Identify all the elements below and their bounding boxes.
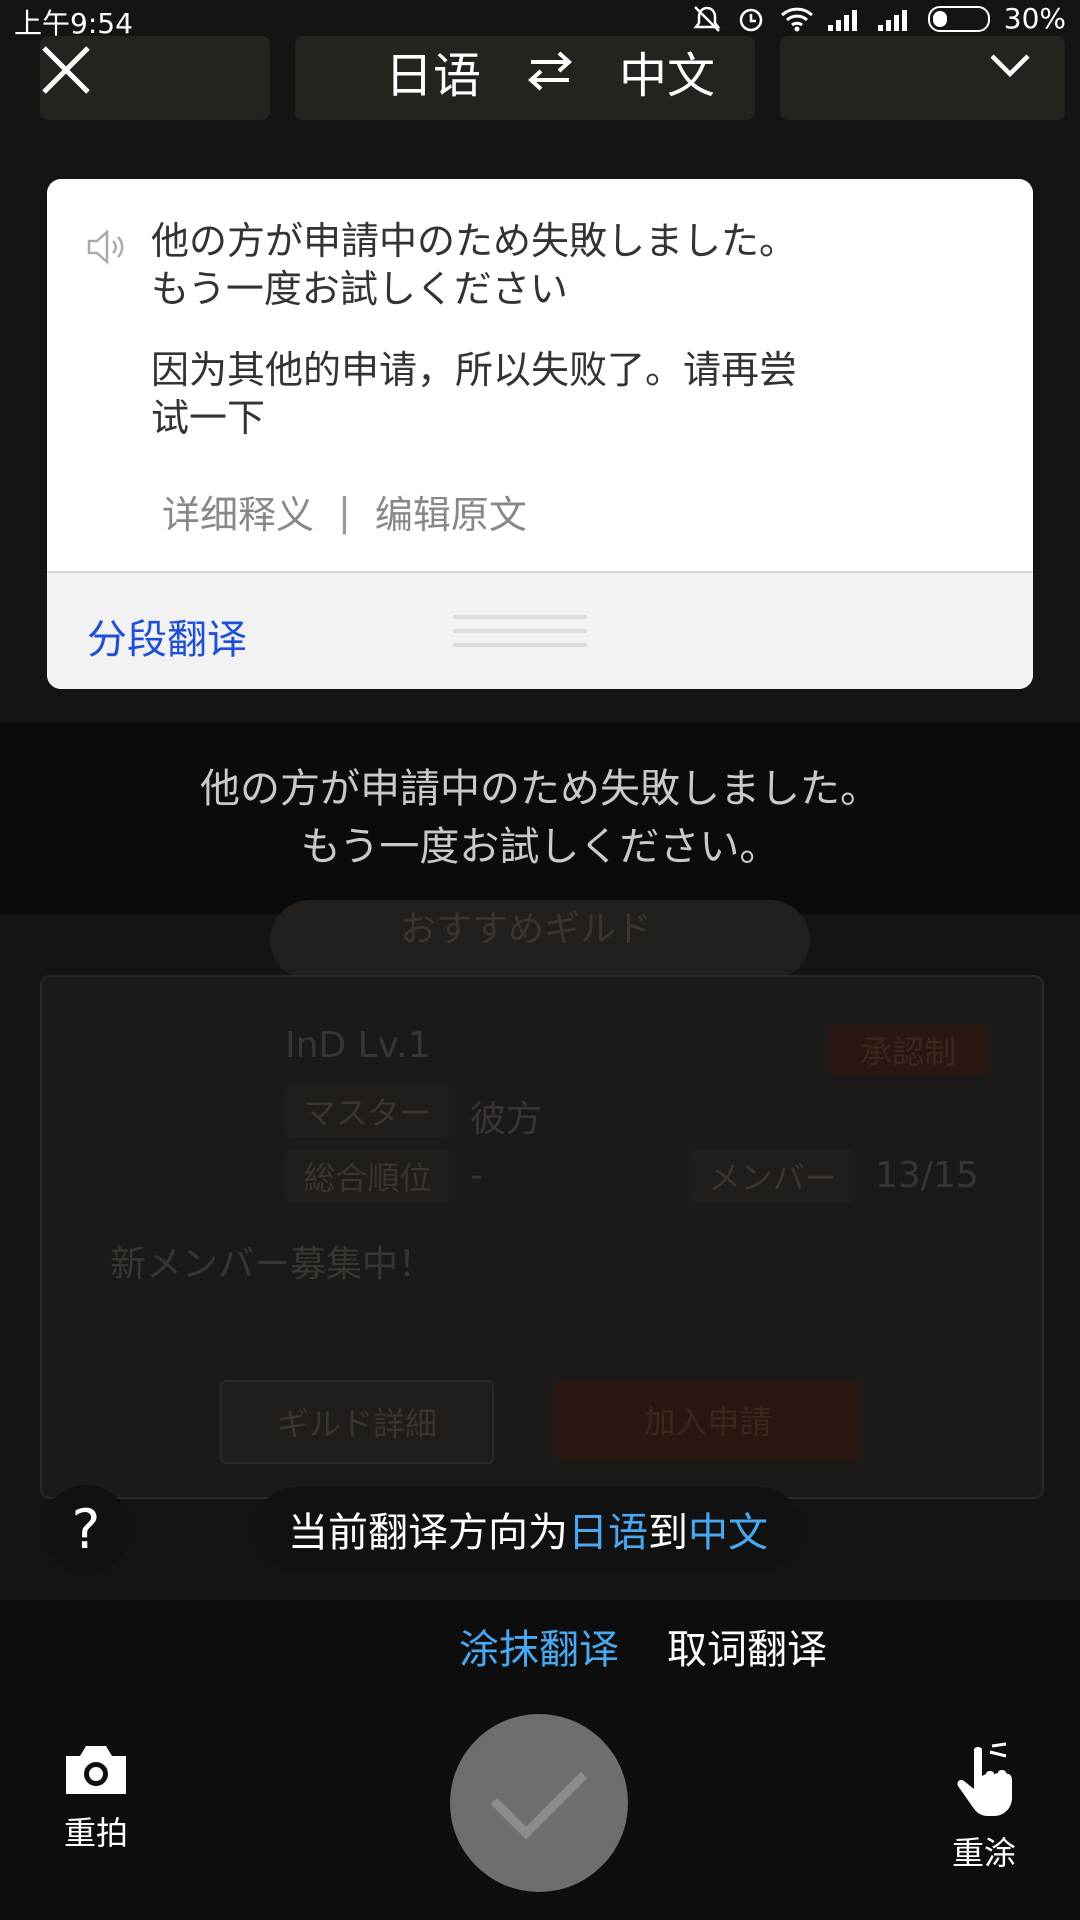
recognized-line: もう一度お試しください。 [300, 824, 780, 870]
source-text: 他の方が申請中のため失敗しました。もう一度お試しください [151, 219, 798, 311]
translation-direction-tip: 当前翻译方向为 日语 到 中文 [254, 1487, 802, 1571]
edit-original-link[interactable]: 编辑原文 [375, 484, 527, 539]
status-time: 上午9:54 [14, 7, 133, 40]
bg-members-value: 13/15 [875, 1155, 979, 1196]
tip-source-lang: 日语 [568, 1510, 648, 1556]
language-switcher: 日语 中文 [385, 36, 715, 106]
smear-translate-tab[interactable]: 涂抹翻译 [459, 1617, 619, 1675]
tip-middle: 到 [648, 1510, 688, 1556]
close-icon[interactable] [38, 42, 94, 98]
confirm-button[interactable] [450, 1714, 628, 1892]
bg-recruit-text: 新メンバー募集中！ [110, 1244, 435, 1285]
battery-icon [927, 5, 990, 32]
source-language[interactable]: 日语 [385, 36, 481, 106]
bg-master-label: マスター [285, 1085, 450, 1137]
translation-result-card: 他の方が申請中のため失敗しました。もう一度お試しください 因为其他的申请，所以失… [47, 179, 1033, 689]
status-bar: 上午9:54 30% [0, 0, 1080, 40]
segment-translate-button[interactable]: 分段翻译 [87, 607, 247, 665]
link-separator: | [338, 489, 351, 534]
chevron-down-icon[interactable] [988, 50, 1032, 80]
retake-button[interactable]: 重拍 [56, 1742, 136, 1854]
checkmark-icon [490, 1771, 588, 1840]
bg-details-button: ギルド詳細 [220, 1380, 494, 1464]
bg-rank-label: 総合順位 [285, 1150, 450, 1202]
hand-pointer-icon [957, 1742, 1012, 1816]
tip-target-lang: 中文 [688, 1510, 768, 1556]
translated-text: 因为其他的申请，所以失败了。请再尝试一下 [151, 348, 798, 440]
bg-guild-name: InD Lv.1 [285, 1025, 431, 1066]
recognized-text-overlay: 他の方が申請中のため失敗しました。 もう一度お試しください。 [0, 760, 1080, 876]
signal-icon [827, 9, 857, 31]
result-links: 详细释义 | 编辑原文 [162, 484, 527, 539]
help-button[interactable]: ? [42, 1485, 130, 1573]
wifi-icon [780, 7, 813, 31]
target-language[interactable]: 中文 [619, 36, 715, 106]
alarm-icon [739, 8, 763, 31]
detail-definition-link[interactable]: 详细释义 [162, 484, 314, 539]
word-translate-tab[interactable]: 取词翻译 [667, 1617, 827, 1675]
bg-master-value: 彼方 [470, 1099, 543, 1140]
bg-guild-title: おすすめギルド [400, 909, 653, 950]
bg-members-label: メンバー [690, 1150, 855, 1202]
speaker-icon[interactable] [85, 227, 129, 267]
bg-approval-badge: 承認制 [828, 1025, 988, 1075]
signal-icon [877, 9, 907, 31]
bg-rank-value: - [470, 1155, 483, 1196]
status-icons: 30% [692, 2, 1066, 35]
bg-join-button: 加入申請 [555, 1380, 860, 1460]
mute-bell-icon [693, 5, 721, 32]
tip-prefix: 当前翻译方向为 [288, 1510, 568, 1556]
card-footer: 分段翻译 [47, 571, 1033, 689]
recognized-line: 他の方が申請中のため失敗しました。 [200, 766, 880, 812]
battery-percent: 30% [1003, 2, 1066, 35]
repaint-button[interactable]: 重涂 [944, 1742, 1024, 1874]
camera-icon [66, 1746, 126, 1794]
drag-handle[interactable] [453, 615, 587, 657]
repaint-label: 重涂 [951, 1834, 1016, 1872]
swap-languages-icon[interactable] [527, 49, 573, 93]
retake-label: 重拍 [63, 1814, 128, 1852]
